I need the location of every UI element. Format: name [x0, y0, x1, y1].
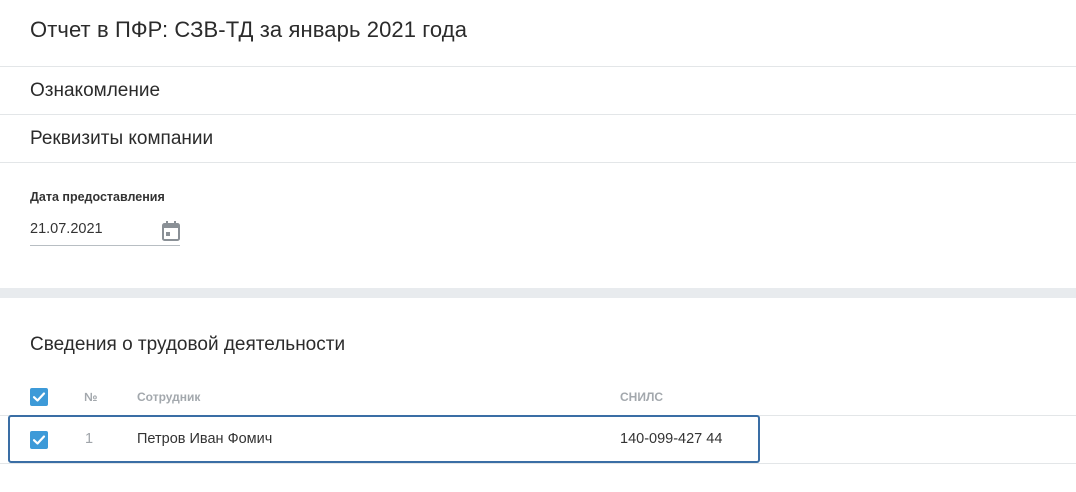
row-checkbox[interactable]: [30, 431, 48, 449]
submission-date-field[interactable]: [30, 216, 180, 246]
employment-heading: Сведения о трудовой деятельности: [30, 334, 346, 355]
submission-date-label: Дата предоставления: [30, 190, 165, 204]
column-header-number: №: [84, 390, 98, 404]
table-row-divider: [0, 463, 1076, 464]
divider: [0, 66, 1076, 67]
calendar-icon[interactable]: [161, 220, 181, 242]
row-employee-name[interactable]: Петров Иван Фомич: [137, 431, 272, 447]
row-snils: 140-099-427 44: [620, 431, 723, 447]
report-page: Отчет в ПФР: СЗВ-ТД за январь 2021 года …: [0, 0, 1076, 492]
section-intro[interactable]: Ознакомление: [30, 79, 160, 103]
check-icon: [32, 435, 46, 445]
column-header-snils[interactable]: СНИЛС: [620, 390, 663, 404]
page-title: Отчет в ПФР: СЗВ-ТД за январь 2021 года: [30, 17, 468, 42]
row-number: 1: [85, 431, 94, 447]
section-separator: [0, 288, 1076, 298]
divider: [0, 162, 1076, 163]
select-all-checkbox[interactable]: [30, 388, 48, 406]
submission-date-input[interactable]: [30, 221, 150, 237]
check-icon: [32, 392, 46, 402]
column-header-employee[interactable]: Сотрудник: [137, 390, 200, 404]
section-company-details[interactable]: Реквизиты компании: [30, 127, 213, 151]
divider: [0, 114, 1076, 115]
